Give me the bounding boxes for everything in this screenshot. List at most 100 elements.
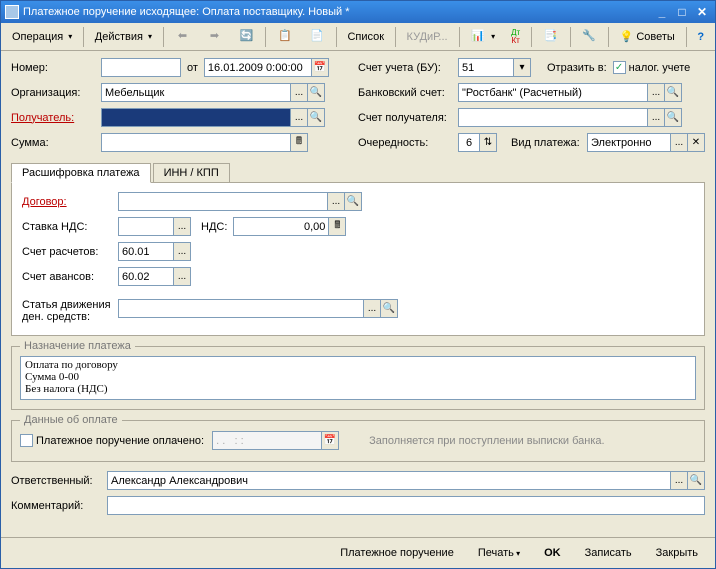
kudip-button[interactable]: КУДиР... — [400, 26, 455, 48]
recipient-acc-select-button[interactable]: ... — [647, 108, 665, 127]
advance-acc-input[interactable] — [118, 267, 174, 286]
calendar-icon: 📅 — [314, 62, 326, 73]
calculator-icon: 🖩 — [334, 218, 340, 235]
recipient-search-button[interactable]: 🔍 — [307, 108, 325, 127]
save-button[interactable]: Записать — [576, 542, 641, 564]
doc-button[interactable]: 📄 — [302, 26, 332, 48]
operation-menu[interactable]: Операция — [5, 26, 79, 48]
settle-acc-input[interactable] — [118, 242, 174, 261]
recipient-acc-input[interactable] — [458, 108, 648, 127]
settings-button[interactable]: 🔧 — [574, 26, 604, 48]
advance-acc-label: Счет авансов: — [22, 271, 118, 283]
number-input[interactable] — [101, 58, 181, 77]
priority-spinner[interactable]: ⇅ — [479, 133, 497, 152]
report-button[interactable]: 📑 — [536, 26, 566, 48]
calculator-icon: 🖩 — [296, 134, 302, 151]
vat-input[interactable] — [233, 217, 329, 236]
org-input[interactable] — [101, 83, 291, 102]
magnifier-icon: 🔍 — [383, 303, 395, 314]
resp-input[interactable] — [107, 471, 671, 490]
tax-accounting-checkbox[interactable]: ✓ — [613, 61, 626, 74]
ok-button[interactable]: OK — [535, 542, 570, 564]
vat-rate-select-button[interactable]: ... — [173, 217, 191, 236]
account-bu-dropdown[interactable]: ▾ — [513, 58, 531, 77]
vat-rate-label: Ставка НДС: — [22, 221, 118, 233]
date-input[interactable] — [204, 58, 312, 77]
dtkt-button[interactable]: ДтКт — [504, 26, 527, 48]
print-button[interactable]: Печать — [469, 542, 529, 564]
tips-button[interactable]: 💡Советы — [613, 26, 682, 48]
paid-date-input[interactable] — [212, 431, 322, 450]
bank-acc-label: Банковский счет: — [358, 87, 458, 99]
ddv-select-button[interactable]: ... — [363, 299, 381, 318]
post-button[interactable]: 📋 — [270, 26, 300, 48]
reflect-label: Отразить в: — [547, 62, 607, 74]
nav-back-button[interactable]: ⬅ — [167, 26, 197, 48]
org-search-button[interactable]: 🔍 — [307, 83, 325, 102]
settle-acc-select-button[interactable]: ... — [173, 242, 191, 261]
magnifier-icon: 🔍 — [667, 87, 679, 98]
advance-acc-select-button[interactable]: ... — [173, 267, 191, 286]
org-select-button[interactable]: ... — [290, 83, 308, 102]
payorder-button[interactable]: Платежное поручение — [331, 542, 463, 564]
payinfo-legend: Данные об оплате — [20, 414, 122, 426]
sum-input[interactable] — [101, 133, 291, 152]
vat-calc-button[interactable]: 🖩 — [328, 217, 346, 236]
contract-label: Договор: — [22, 196, 118, 208]
bank-acc-input[interactable] — [458, 83, 648, 102]
struct-button[interactable]: 📊 — [463, 26, 502, 48]
report-icon: 📑 — [543, 29, 559, 45]
resp-label: Ответственный: — [11, 475, 107, 487]
settings-icon: 🔧 — [581, 29, 597, 45]
account-bu-input[interactable] — [458, 58, 514, 77]
tax-accounting-label: налог. учете — [629, 62, 691, 74]
resp-search-button[interactable]: 🔍 — [687, 471, 705, 490]
date-picker-button[interactable]: 📅 — [311, 58, 329, 77]
contract-select-button[interactable]: ... — [327, 192, 345, 211]
paid-checkbox[interactable] — [20, 434, 33, 447]
contract-input[interactable] — [118, 192, 328, 211]
refresh-button[interactable]: 🔄 — [231, 26, 261, 48]
document-icon: 📄 — [309, 29, 325, 45]
comment-input[interactable] — [107, 496, 705, 515]
ddv-search-button[interactable]: 🔍 — [380, 299, 398, 318]
bank-acc-search-button[interactable]: 🔍 — [664, 83, 682, 102]
bank-acc-select-button[interactable]: ... — [647, 83, 665, 102]
minimize-button[interactable]: _ — [653, 4, 671, 20]
arrow-right-icon: ➡ — [206, 29, 222, 45]
tab-breakdown[interactable]: Расшифровка платежа — [11, 163, 151, 183]
tab-inn-kpp[interactable]: ИНН / КПП — [153, 163, 230, 183]
list-button[interactable]: Список — [340, 26, 391, 48]
spinner-icon: ⇅ — [484, 137, 492, 148]
contract-search-button[interactable]: 🔍 — [344, 192, 362, 211]
post-icon: 📋 — [277, 29, 293, 45]
recipient-select-button[interactable]: ... — [290, 108, 308, 127]
number-label: Номер: — [11, 62, 101, 74]
footer: Платежное поручение Печать OK Записать З… — [1, 537, 715, 568]
refresh-icon: 🔄 — [238, 29, 254, 45]
nav-forward-button[interactable]: ➡ — [199, 26, 229, 48]
sum-calc-button[interactable]: 🖩 — [290, 133, 308, 152]
resp-select-button[interactable]: ... — [670, 471, 688, 490]
payinfo-fieldset: Данные об оплате Платежное поручение опл… — [11, 414, 705, 462]
calendar-icon: 📅 — [324, 435, 336, 446]
recipient-input[interactable] — [101, 108, 291, 127]
help-button[interactable]: ? — [690, 26, 711, 48]
paid-date-picker-button[interactable]: 📅 — [321, 431, 339, 450]
purpose-textarea[interactable] — [20, 356, 696, 400]
recipient-acc-search-button[interactable]: 🔍 — [664, 108, 682, 127]
pay-type-clear-button[interactable]: ✕ — [687, 133, 705, 152]
ddv-input[interactable] — [118, 299, 364, 318]
priority-input[interactable] — [458, 133, 480, 152]
vat-rate-input[interactable] — [118, 217, 174, 236]
pay-type-input[interactable] — [587, 133, 671, 152]
magnifier-icon: 🔍 — [310, 87, 322, 98]
close-button[interactable]: ✕ — [693, 4, 711, 20]
maximize-button[interactable]: □ — [673, 4, 691, 20]
priority-label: Очередность: — [358, 137, 458, 149]
pay-type-select-button[interactable]: ... — [670, 133, 688, 152]
structure-icon: 📊 — [470, 29, 486, 45]
actions-menu[interactable]: Действия — [88, 26, 159, 48]
close-footer-button[interactable]: Закрыть — [647, 542, 707, 564]
recipient-acc-label: Счет получателя: — [358, 112, 458, 124]
